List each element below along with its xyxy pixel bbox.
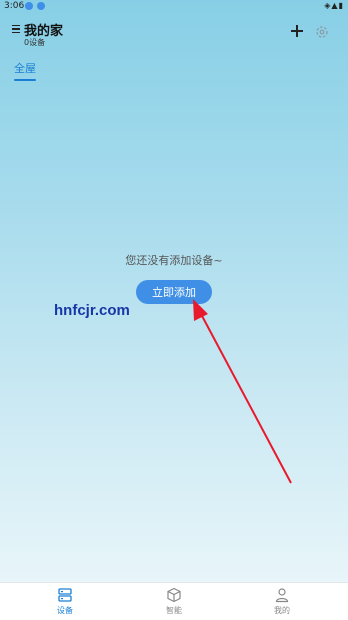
nav-item-smart[interactable]: 智能 xyxy=(144,587,204,616)
bottom-nav: 设备 智能 我的 xyxy=(0,582,348,620)
nav-label: 智能 xyxy=(166,606,182,615)
cube-icon xyxy=(167,587,181,603)
signal-battery-icon: ◈▲▮ xyxy=(324,1,344,10)
device-count: 0设备 xyxy=(24,38,46,47)
device-icon xyxy=(58,588,72,602)
nav-label: 我的 xyxy=(274,606,290,615)
notification-icon xyxy=(25,2,33,10)
empty-state-message: 您还没有添加设备~ xyxy=(125,254,223,267)
settings-icon[interactable] xyxy=(314,24,330,40)
red-arrow-annotation xyxy=(193,299,292,484)
tab-underline xyxy=(14,79,36,81)
status-time: 3:06 xyxy=(4,1,25,11)
tab-all-rooms[interactable]: 全屋 xyxy=(14,60,36,76)
nav-label: 设备 xyxy=(57,606,73,615)
status-bar: 3:06 ◈▲▮ xyxy=(0,0,348,14)
add-device-button[interactable]: 立即添加 xyxy=(136,280,212,304)
add-icon[interactable] xyxy=(290,24,304,38)
person-icon xyxy=(275,588,289,603)
watermark-text: hnfcjr.com xyxy=(54,302,130,319)
notification-icon xyxy=(37,2,45,10)
nav-item-devices[interactable]: 设备 xyxy=(35,587,95,616)
menu-icon[interactable] xyxy=(12,25,20,34)
nav-item-profile[interactable]: 我的 xyxy=(252,587,312,616)
